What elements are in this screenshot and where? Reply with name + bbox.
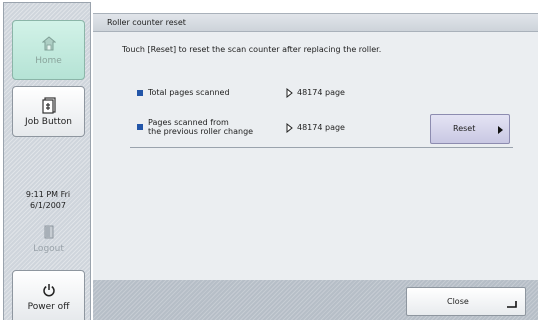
divider (130, 147, 513, 148)
screen-title: Roller counter reset (107, 18, 186, 27)
enter-return-icon (507, 301, 517, 308)
pages-since-label-line1: Pages scanned from (148, 118, 229, 127)
logout-door-icon (43, 223, 55, 241)
total-pages-value-text: 48174 page (297, 88, 345, 97)
close-button-label: Close (447, 297, 469, 306)
screen-title-bar: Roller counter reset (93, 13, 538, 32)
sidebar: Home Job Button 9:11 PM Fri 6/1/2007 Log… (3, 2, 91, 320)
power-off-label: Power off (27, 301, 70, 312)
triangle-right-filled-icon (498, 126, 503, 134)
pages-since-value-text: 48174 page (297, 123, 345, 132)
close-button[interactable]: Close (406, 287, 526, 316)
power-icon (42, 281, 56, 299)
home-button-label: Home (35, 55, 62, 66)
power-off-button[interactable]: Power off (12, 270, 85, 320)
total-pages-value: 48174 page (286, 88, 345, 98)
content-panel (93, 32, 538, 280)
clock-date: 6/1/2007 (30, 201, 66, 210)
pages-since-roller-change-value: 48174 page (286, 123, 345, 133)
instruction-text: Touch [Reset] to reset the scan counter … (122, 45, 382, 54)
bullet-icon (137, 90, 143, 96)
bullet-icon (137, 124, 143, 130)
job-button[interactable]: Job Button (12, 86, 85, 137)
pages-since-roller-change-label: Pages scanned from the previous roller c… (148, 118, 253, 136)
total-pages-label: Total pages scanned (148, 88, 230, 97)
reset-button[interactable]: Reset (430, 114, 510, 144)
roller-counter-screen: Home Job Button 9:11 PM Fri 6/1/2007 Log… (0, 0, 538, 320)
reset-button-label: Reset (453, 124, 476, 133)
home-icon (41, 35, 56, 53)
logout-button[interactable]: Logout (12, 213, 85, 263)
clock: 9:11 PM Fri 6/1/2007 (4, 189, 92, 211)
pages-since-label-line2: the previous roller change (148, 127, 254, 136)
job-button-icon (41, 96, 57, 114)
job-button-label: Job Button (25, 117, 72, 127)
logout-button-label: Logout (33, 243, 64, 254)
clock-time: 9:11 PM Fri (25, 190, 71, 199)
triangle-right-outline-icon (286, 123, 293, 133)
home-button[interactable]: Home (12, 20, 85, 80)
triangle-right-outline-icon (286, 88, 293, 98)
total-pages-label-text: Total pages scanned (148, 88, 230, 97)
